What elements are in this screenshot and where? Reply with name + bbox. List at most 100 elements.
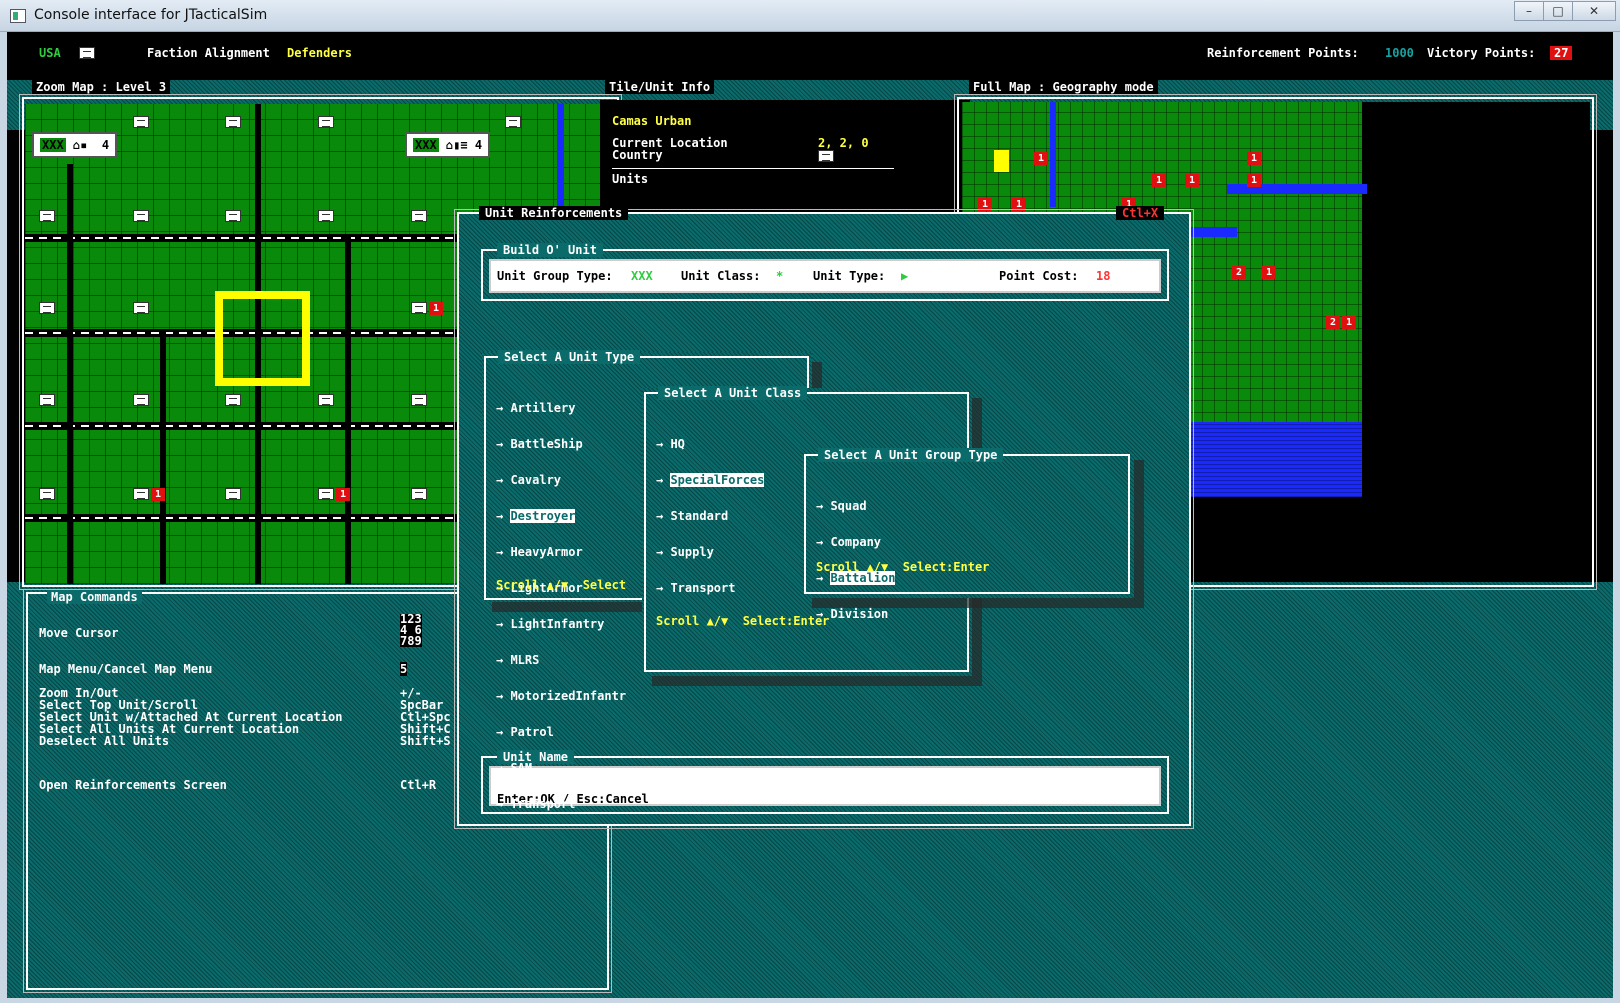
flag-icon <box>411 210 427 222</box>
country-label: Country <box>612 148 663 162</box>
unit-stack-badge[interactable]: XXX ⌂▪ 4 <box>32 132 118 158</box>
flag-icon <box>133 210 149 222</box>
faction-alignment-value: Defenders <box>287 46 353 60</box>
victory-points-label: Victory Points: <box>1427 46 1536 60</box>
window-titlebar: Console interface for JTacticalSim – □ ✕ <box>0 0 1620 32</box>
app-icon <box>10 9 26 23</box>
victory-points-value: 27 <box>1550 46 1573 60</box>
unit-type-value: ▶ <box>901 269 909 283</box>
list-item[interactable]: → HQ <box>656 438 764 450</box>
flag-icon <box>39 394 55 406</box>
list-item[interactable]: → Transport <box>656 582 764 594</box>
list-item-selected[interactable]: → Destroyer <box>496 509 626 523</box>
unit-count-tag: 1 <box>1185 174 1199 187</box>
flag-icon <box>318 394 334 406</box>
location-value: 2, 2, 0 <box>818 136 869 150</box>
list-item[interactable]: → Artillery <box>496 402 626 414</box>
unit-count-tag: 2 <box>1232 266 1246 279</box>
group-type-hint: Scroll ▲/▼ Select:Enter <box>816 560 990 574</box>
flag-icon <box>411 488 427 500</box>
zoom-map-title: Zoom Map : Level 3 <box>32 80 171 94</box>
list-item-selected[interactable]: → SpecialForces <box>656 473 765 487</box>
list-item[interactable]: → Division <box>816 608 895 620</box>
list-item[interactable]: → Squad <box>816 500 895 512</box>
group-type-label: Unit Group Type: <box>497 269 613 283</box>
map-cursor <box>994 150 1009 172</box>
list-item[interactable]: → Patrol <box>496 726 626 738</box>
unit-count-tag: 1 <box>1034 152 1048 165</box>
close-button[interactable]: ✕ <box>1572 1 1616 21</box>
command-move-cursor: Move Cursor <box>39 626 119 640</box>
build-unit-box: Build O' Unit Unit Group Type: XXX Unit … <box>481 243 1169 301</box>
command-map-menu-key: 5 <box>400 662 408 676</box>
build-unit-summary: Unit Group Type: XXX Unit Class: * Unit … <box>489 259 1161 293</box>
reinforcement-points-value: 1000 <box>1385 46 1414 60</box>
tile-info-panel: Camas Urban Current Location 2, 2, 0 Cou… <box>600 100 970 220</box>
unit-class-list[interactable]: → HQ → SpecialForces → Standard → Supply… <box>656 414 765 618</box>
unit-stack-badge[interactable]: XXX ⌂▮≡ 4 <box>405 132 491 158</box>
list-item[interactable]: → Company <box>816 536 895 548</box>
flag-icon <box>225 210 241 222</box>
window-title: Console interface for JTacticalSim <box>34 7 268 23</box>
map-cursor <box>215 291 310 386</box>
list-item[interactable]: → BattleShip <box>496 438 626 450</box>
unit-count-tag: 1 <box>1247 174 1261 187</box>
command-deselect: Deselect All Units <box>39 734 170 748</box>
unit-count-tag: 1 <box>978 198 992 211</box>
window-controls: – □ ✕ <box>1514 1 1616 21</box>
road <box>67 164 73 584</box>
flag-icon <box>133 116 149 128</box>
flag-icon <box>133 302 149 314</box>
unit-count-tag: 1 <box>336 488 350 501</box>
list-item[interactable]: → LightInfantry <box>496 618 626 630</box>
flag-icon <box>818 150 834 162</box>
unit-count-tag: 1 <box>1262 266 1276 279</box>
divider <box>612 168 894 169</box>
flag-icon <box>318 210 334 222</box>
unit-count-tag: 1 <box>1012 198 1026 211</box>
window-border-left <box>0 32 7 1003</box>
unit-count-tag: 1 <box>1247 152 1261 165</box>
maximize-button[interactable]: □ <box>1543 1 1573 21</box>
list-item[interactable]: → MotorizedInfantr <box>496 690 626 702</box>
flag-icon <box>411 302 427 314</box>
point-cost-label: Point Cost: <box>999 269 1079 283</box>
unit-type-hint: Scroll ▲/▼ Select <box>496 578 627 592</box>
flag-icon <box>318 488 334 500</box>
list-item[interactable]: → Standard <box>656 510 764 522</box>
full-map-title: Full Map : Geography mode <box>969 80 1158 94</box>
list-item[interactable]: → Supply <box>656 546 764 558</box>
command-map-menu: Map Menu/Cancel Map Menu <box>39 662 213 676</box>
list-item[interactable]: → Cavalry <box>496 474 626 486</box>
window-border-right <box>1613 32 1620 1003</box>
map-commands-title: Map Commands <box>47 590 142 604</box>
list-item[interactable]: → SAM <box>496 762 626 774</box>
flag-icon <box>39 488 55 500</box>
list-item[interactable]: → MLRS <box>496 654 626 666</box>
list-item[interactable]: → HeavyArmor <box>496 546 626 558</box>
flag-icon <box>39 302 55 314</box>
flag-icon <box>225 488 241 500</box>
command-reinforcements-key: Ctl+R <box>400 778 437 792</box>
unit-count-tag: 1 <box>151 488 165 501</box>
reinforcement-points-label: Reinforcement Points: <box>1207 46 1359 60</box>
unit-type-list[interactable]: → Artillery → BattleShip → Cavalry → Des… <box>496 378 626 834</box>
unit-class-value: * <box>776 269 784 283</box>
flag-icon <box>225 116 241 128</box>
list-item[interactable]: → Transport <box>496 798 626 810</box>
faction-name: USA <box>39 46 61 60</box>
flag-icon <box>318 116 334 128</box>
close-hint[interactable]: Ctl+X <box>1116 206 1165 220</box>
tile-info-title: Tile/Unit Info <box>605 80 715 94</box>
unit-class-hint: Scroll ▲/▼ Select:Enter <box>656 614 830 628</box>
unit-class-label: Unit Class: <box>681 269 761 283</box>
flag-icon <box>133 488 149 500</box>
minimize-button[interactable]: – <box>1514 1 1544 21</box>
unit-count-tag: 2 <box>1326 316 1340 329</box>
unit-type-label: Unit Type: <box>813 269 886 283</box>
group-type-menu: Select A Unit Group Type → Squad → Compa… <box>802 448 1134 620</box>
group-type-menu-title: Select A Unit Group Type <box>818 448 1004 462</box>
flag-icon <box>133 394 149 406</box>
tile-name: Camas Urban <box>612 114 692 128</box>
flag-icon <box>79 47 95 62</box>
